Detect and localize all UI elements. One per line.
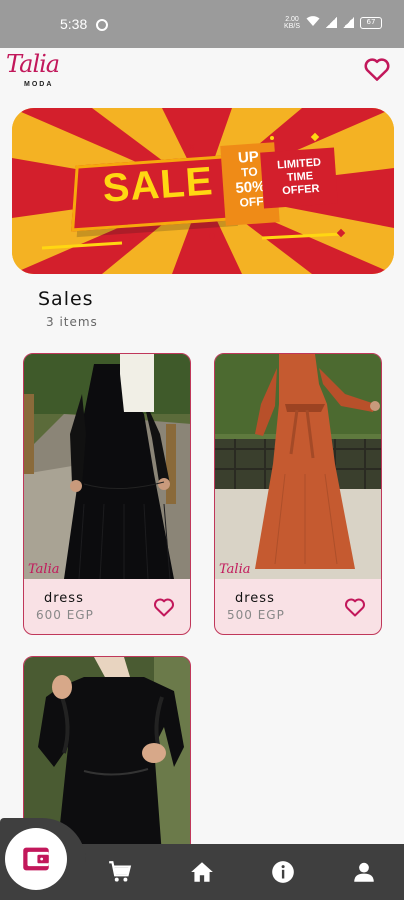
cart-icon	[109, 861, 132, 882]
product-price: 600 EGP	[36, 608, 94, 622]
section-item-count: 3 items	[46, 315, 98, 329]
product-watermark: Talia	[219, 562, 251, 577]
info-icon	[272, 861, 294, 883]
network-speed-value: 2.00	[285, 15, 299, 23]
status-time: 5:38	[60, 16, 88, 32]
wallet-icon	[23, 847, 49, 871]
limited-offer-text: LIMITED TIME OFFER	[263, 156, 338, 200]
product-image[interactable]: Talia	[24, 354, 190, 579]
nav-home[interactable]	[188, 858, 216, 886]
profile-icon	[354, 862, 374, 882]
heart-outline-icon	[154, 598, 174, 617]
logo-text: Talia	[6, 50, 60, 78]
section-title: Sales	[38, 288, 94, 310]
product-image[interactable]: Talia	[215, 354, 381, 579]
network-speed-unit: KB/S	[284, 22, 300, 30]
svg-text:✕: ✕	[127, 235, 135, 246]
heart-outline-icon	[345, 598, 365, 617]
product-watermark: Talia	[28, 562, 60, 577]
notification-dot-icon	[96, 19, 108, 31]
product-info: dress 500 EGP	[215, 579, 381, 634]
signal-icon-2	[343, 17, 354, 28]
product-photo-black-dress	[24, 354, 190, 579]
product-price: 500 EGP	[227, 608, 285, 622]
nav-wallet-button[interactable]	[5, 828, 67, 890]
brand-logo[interactable]: Talia MODA	[6, 50, 70, 94]
svg-text:✕: ✕	[188, 143, 196, 153]
nav-info[interactable]	[269, 858, 297, 886]
logo-subtext: MODA	[24, 81, 54, 88]
top-bar: Talia MODA	[0, 48, 404, 100]
network-speed: 2.00 KB/S	[284, 16, 300, 30]
product-name: dress	[235, 591, 275, 606]
status-bar: 5:38 2.00 KB/S 67	[0, 0, 404, 48]
sale-banner[interactable]: ✕ ✕ SALE UP TO 50% OFF LIMITED TIME OFFE…	[12, 108, 394, 274]
home-icon	[191, 862, 213, 882]
product-photo-orange-dress	[215, 354, 381, 579]
nav-profile[interactable]	[350, 858, 378, 886]
add-to-favorites-button[interactable]	[152, 595, 176, 619]
heart-outline-icon	[364, 58, 390, 81]
status-icons: 2.00 KB/S 67	[284, 15, 382, 30]
product-card[interactable]: Talia dress 500 EGP	[214, 353, 382, 635]
battery-icon: 67	[360, 16, 382, 29]
product-name: dress	[44, 591, 84, 606]
product-card[interactable]: Talia dress 600 EGP	[23, 353, 191, 635]
signal-icon	[326, 17, 337, 28]
wifi-icon	[306, 15, 320, 30]
favorites-button[interactable]	[362, 54, 392, 84]
add-to-favorites-button[interactable]	[343, 595, 367, 619]
nav-cart[interactable]	[106, 858, 134, 886]
product-info: dress 600 EGP	[24, 579, 190, 634]
